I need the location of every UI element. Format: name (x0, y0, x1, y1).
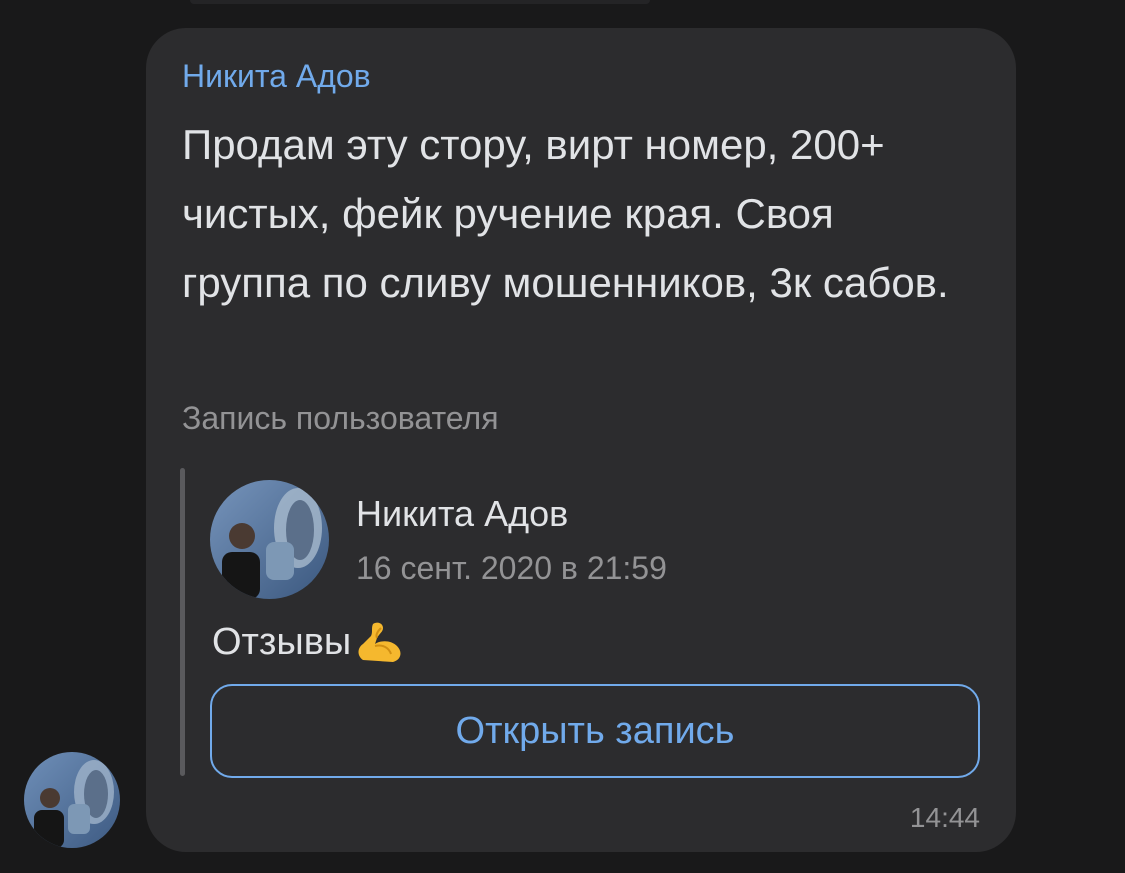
flexed-biceps-icon (358, 622, 401, 662)
post-text: Отзывы (212, 621, 352, 663)
forwarded-post-label: Запись пользователя (182, 400, 499, 436)
post-author-name[interactable]: Никита Адов (356, 494, 568, 534)
open-post-button[interactable]: Открыть запись (210, 684, 980, 778)
avatar-photo-icon (210, 480, 329, 599)
post-text-row: Отзывы (212, 620, 405, 664)
previous-message-bubble-edge (190, 0, 650, 4)
post-author-avatar[interactable] (210, 480, 329, 599)
message-time: 14:44 (909, 802, 980, 833)
chat-screen: Никита Адов Продам эту стору, вирт номер… (0, 0, 1125, 873)
message-bubble[interactable]: Никита Адов Продам эту стору, вирт номер… (146, 28, 1016, 852)
sender-avatar[interactable] (24, 752, 120, 848)
sender-name[interactable]: Никита Адов (182, 58, 371, 94)
message-text: Продам эту стору, вирт номер, 200+ чисты… (182, 121, 949, 306)
quote-bar (180, 468, 185, 776)
post-date: 16 сент. 2020 в 21:59 (356, 550, 667, 586)
avatar-photo-icon (24, 752, 120, 848)
